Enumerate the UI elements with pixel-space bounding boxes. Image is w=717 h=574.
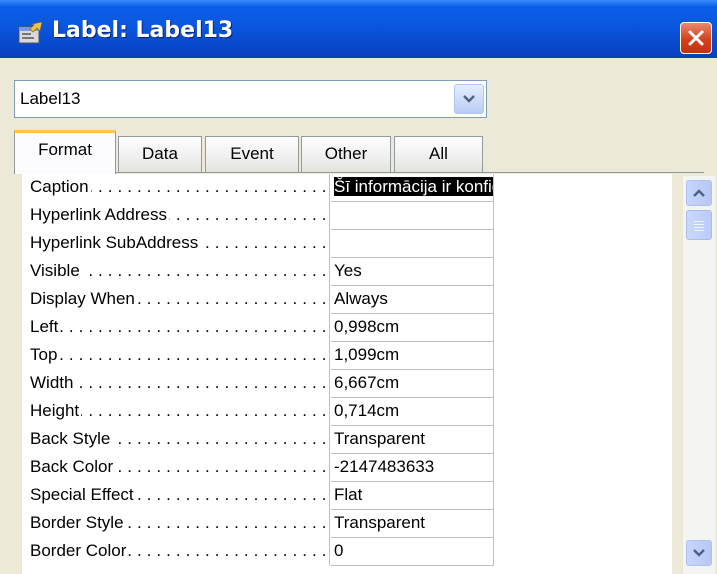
property-row-top[interactable]: .......................................T…	[22, 342, 672, 370]
property-name: Back Style	[30, 429, 113, 448]
property-value-field[interactable]: 0	[331, 538, 494, 566]
object-selector-combo[interactable]: Label13	[14, 80, 487, 118]
property-value-field[interactable]: Transparent	[331, 426, 494, 454]
property-name: Width	[30, 373, 76, 392]
property-row-back-color[interactable]: .......................................B…	[22, 454, 672, 482]
property-name: Border Style	[30, 513, 126, 532]
scroll-down-button[interactable]	[686, 540, 712, 566]
property-value: -2147483633	[334, 457, 435, 476]
close-icon	[688, 30, 704, 46]
tab-data[interactable]: Data	[118, 136, 202, 172]
property-row-hyperlink-address[interactable]: .......................................H…	[22, 202, 672, 230]
property-grid[interactable]: .......................................C…	[22, 174, 672, 574]
property-value: Transparent	[334, 513, 426, 532]
window-title: Label: Label13	[52, 18, 234, 43]
property-value: Šī informācija ir konfidenciāla	[334, 177, 493, 196]
property-name: Caption	[30, 177, 91, 196]
property-value: Always	[334, 289, 388, 308]
property-value-field[interactable]	[331, 230, 494, 258]
property-value-field[interactable]: 0,998cm	[331, 314, 494, 342]
tab-format[interactable]: Format	[14, 130, 116, 174]
property-value-field[interactable]: Transparent	[331, 510, 494, 538]
property-row-display-when[interactable]: .......................................D…	[22, 286, 672, 314]
properties-sheet-icon	[18, 21, 44, 44]
property-value: 0,998cm	[334, 317, 400, 336]
property-value-field[interactable]: Always	[331, 286, 494, 314]
property-value: Yes	[334, 261, 362, 280]
property-row-border-color[interactable]: .......................................B…	[22, 538, 672, 566]
property-row-height[interactable]: .......................................H…	[22, 398, 672, 426]
property-row-back-style[interactable]: .......................................B…	[22, 426, 672, 454]
property-row-border-style[interactable]: .......................................B…	[22, 510, 672, 538]
property-value: 0,714cm	[334, 401, 400, 420]
property-name: Special Effect	[30, 485, 136, 504]
tab-other[interactable]: Other	[301, 136, 391, 172]
property-value-field[interactable]: Yes	[331, 258, 494, 286]
property-value-field[interactable]: 0,714cm	[331, 398, 494, 426]
tab-event[interactable]: Event	[205, 136, 299, 172]
property-row-hyperlink-subaddress[interactable]: .......................................H…	[22, 230, 672, 258]
property-value-field[interactable]	[331, 202, 494, 230]
property-name: Hyperlink Address	[30, 205, 170, 224]
object-selector-value: Label13	[20, 89, 81, 108]
property-value-field[interactable]: Šī informācija ir konfidenciāla	[331, 174, 494, 202]
property-name: Back Color	[30, 457, 116, 476]
tab-all[interactable]: All	[394, 136, 483, 172]
property-value: 6,667cm	[334, 373, 400, 392]
property-value-field[interactable]: -2147483633	[331, 454, 494, 482]
property-row-special-effect[interactable]: .......................................S…	[22, 482, 672, 510]
close-button[interactable]	[680, 22, 712, 54]
property-value-field[interactable]: Flat	[331, 482, 494, 510]
chevron-down-icon	[463, 95, 475, 103]
property-name: Hyperlink SubAddress	[30, 233, 201, 252]
vertical-scrollbar[interactable]	[683, 176, 715, 574]
property-name: Left	[30, 317, 61, 336]
property-name: Display When	[30, 289, 137, 308]
property-name: Border Color	[30, 541, 129, 560]
property-row-visible[interactable]: .......................................V…	[22, 258, 672, 286]
title-bar[interactable]: Label: Label13	[0, 0, 717, 58]
property-name: Height	[30, 401, 82, 420]
scroll-up-button[interactable]	[686, 180, 712, 206]
property-value: 0	[334, 541, 344, 560]
property-name: Top	[30, 345, 60, 364]
property-value: 1,099cm	[334, 345, 400, 364]
tab-panel-border	[14, 172, 704, 173]
property-name: Visible	[30, 261, 82, 280]
property-value-field[interactable]: 1,099cm	[331, 342, 494, 370]
scroll-thumb[interactable]	[686, 210, 712, 240]
property-row-width[interactable]: .......................................W…	[22, 370, 672, 398]
property-value-field[interactable]: 6,667cm	[331, 370, 494, 398]
property-row-caption[interactable]: .......................................C…	[22, 174, 672, 202]
chevron-up-icon	[693, 189, 705, 197]
property-row-left[interactable]: .......................................L…	[22, 314, 672, 342]
chevron-down-icon	[693, 549, 705, 557]
property-value: Transparent	[334, 429, 426, 448]
combo-dropdown-button[interactable]	[454, 84, 484, 114]
property-value: Flat	[334, 485, 363, 504]
